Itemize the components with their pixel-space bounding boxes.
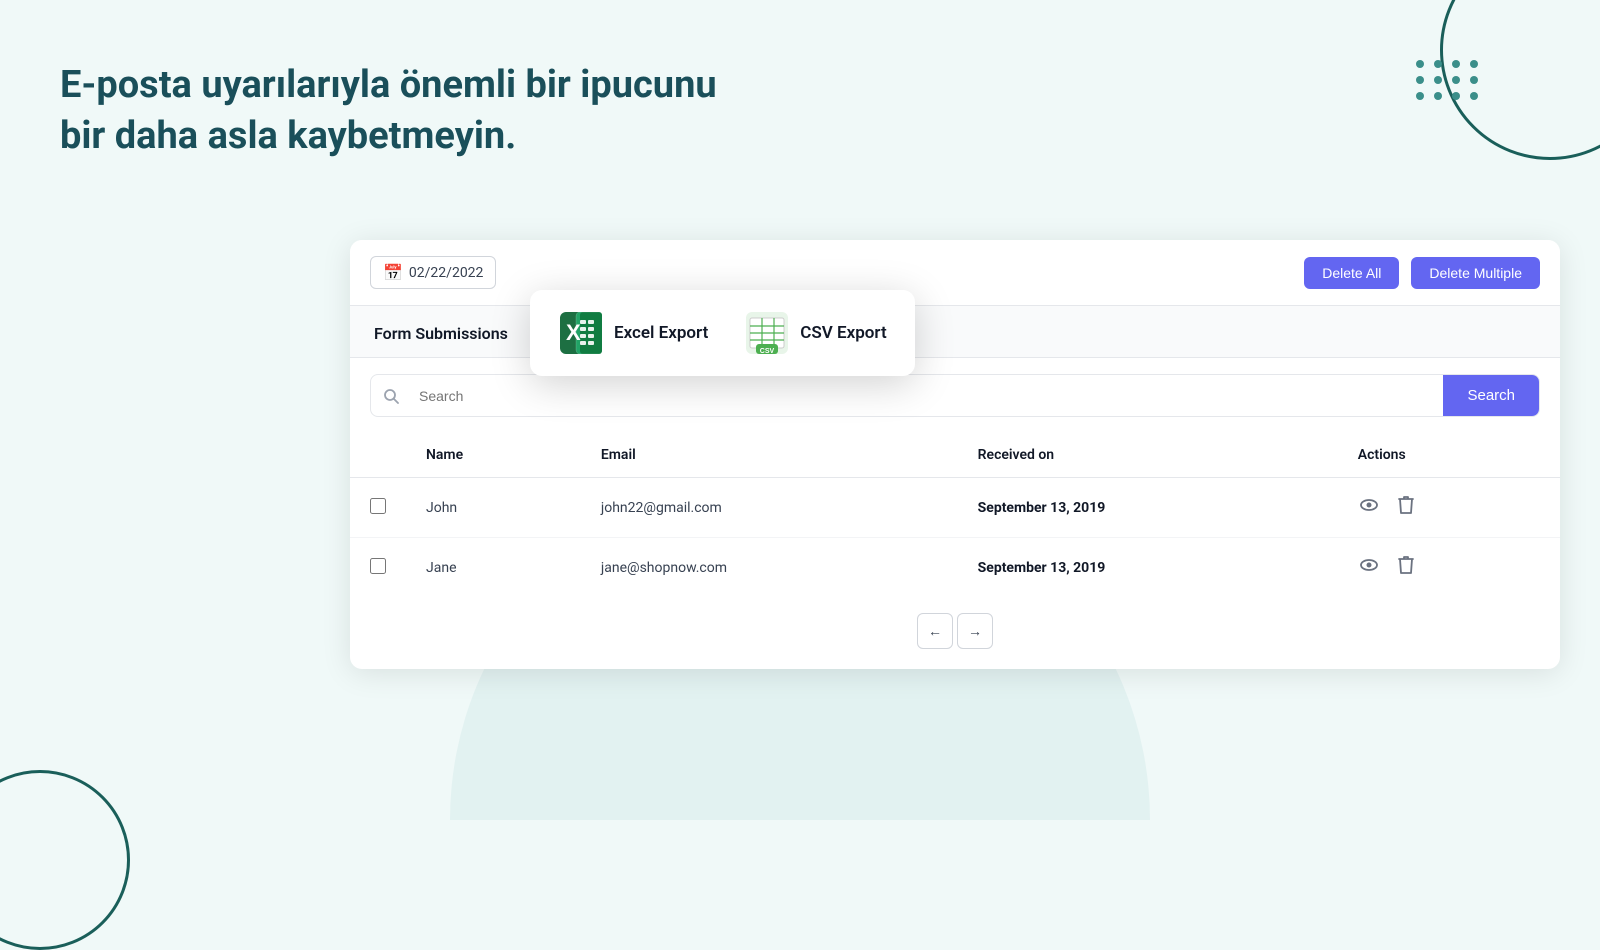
view-icon[interactable]: [1358, 554, 1380, 581]
delete-multiple-button[interactable]: Delete Multiple: [1411, 257, 1540, 289]
hero-title: E-posta uyarılarıyla önemli bir ipucunu …: [60, 60, 760, 163]
row-checkbox[interactable]: [370, 558, 386, 574]
col-received-on: Received on: [958, 433, 1338, 478]
excel-icon: X: [558, 310, 604, 356]
search-input[interactable]: [411, 376, 1443, 416]
row-checkbox-cell: [350, 478, 406, 538]
view-icon[interactable]: [1358, 494, 1380, 521]
csv-icon: CSV: [744, 310, 790, 356]
table-row: Jane jane@shopnow.com September 13, 2019: [350, 538, 1560, 598]
calendar-icon: 📅: [383, 263, 403, 282]
deco-circle-top-right: [1440, 0, 1600, 160]
dot-grid: [1416, 60, 1480, 100]
search-bar: Search: [370, 374, 1540, 417]
row-name: Jane: [406, 538, 581, 598]
delete-icon[interactable]: [1396, 494, 1416, 521]
col-checkbox: [350, 433, 406, 478]
row-email: jane@shopnow.com: [581, 538, 958, 598]
table-header: Name Email Received on Actions: [350, 433, 1560, 478]
toolbar: 📅 02/22/2022 Delete All Delete Multiple …: [350, 240, 1560, 306]
pagination-prev-button[interactable]: ←: [917, 613, 953, 649]
delete-all-button[interactable]: Delete All: [1304, 257, 1399, 289]
svg-text:CSV: CSV: [760, 348, 775, 355]
col-email: Email: [581, 433, 958, 478]
row-checkbox-cell: [350, 538, 406, 598]
row-actions: [1338, 478, 1560, 537]
svg-text:X: X: [566, 320, 581, 345]
deco-circle-bottom-left: [0, 770, 130, 950]
row-actions: [1338, 538, 1560, 597]
pagination-next-button[interactable]: →: [957, 613, 993, 649]
table-row: John john22@gmail.com September 13, 2019: [350, 478, 1560, 538]
main-panel: 📅 02/22/2022 Delete All Delete Multiple …: [350, 240, 1560, 669]
row-received-on: September 13, 2019: [958, 478, 1338, 538]
row-name: John: [406, 478, 581, 538]
csv-export-label: CSV Export: [800, 323, 886, 343]
date-label: 02/22/2022: [409, 265, 484, 281]
row-email: john22@gmail.com: [581, 478, 958, 538]
excel-export-option[interactable]: X Excel Export: [558, 310, 708, 356]
search-icon: [371, 388, 411, 404]
hero-section: E-posta uyarılarıyla önemli bir ipucunu …: [60, 60, 760, 163]
col-actions: Actions: [1338, 433, 1560, 478]
table-body: John john22@gmail.com September 13, 2019: [350, 478, 1560, 598]
excel-export-label: Excel Export: [614, 323, 708, 343]
col-name: Name: [406, 433, 581, 478]
search-button[interactable]: Search: [1443, 375, 1539, 416]
export-dropdown: X Excel Export: [530, 290, 915, 376]
pagination: ← →: [350, 597, 1560, 669]
row-received-on: September 13, 2019: [958, 538, 1338, 598]
delete-icon[interactable]: [1396, 554, 1416, 581]
date-badge: 📅 02/22/2022: [370, 256, 496, 289]
row-checkbox[interactable]: [370, 498, 386, 514]
csv-export-option[interactable]: CSV CSV Export: [744, 310, 886, 356]
submissions-table: Name Email Received on Actions John john…: [350, 433, 1560, 597]
